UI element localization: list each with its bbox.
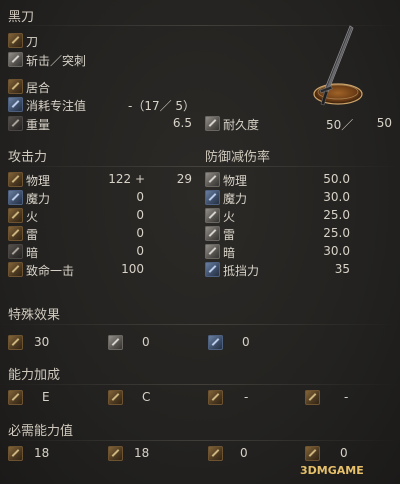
- scaling-value: -: [244, 390, 249, 404]
- attack-heading: 攻击力: [8, 150, 48, 165]
- attack-value: 0: [136, 190, 144, 204]
- scaling-heading: 能力加成: [8, 368, 61, 383]
- defense-label: 火: [223, 210, 236, 224]
- physical-attack-icon: [8, 172, 23, 187]
- weight-icon: [8, 116, 23, 131]
- magic-attack-icon: [8, 190, 23, 205]
- attack-label: 火: [26, 210, 39, 224]
- effect-value: 30: [34, 335, 50, 349]
- attack-type: 斩击／突刺: [26, 54, 87, 68]
- attack-type-icon: [8, 52, 23, 67]
- divider: [0, 166, 400, 167]
- katana-type-icon: [8, 33, 23, 48]
- defense-value: 50.0: [323, 172, 350, 186]
- weapon-skill-icon: [8, 79, 23, 94]
- durability-current: 50／: [326, 118, 354, 132]
- defense-value: 25.0: [323, 226, 350, 240]
- requirement-value: 0: [340, 446, 348, 460]
- faith-icon: [305, 390, 320, 405]
- scaling-value: -: [344, 390, 349, 404]
- requirement-value: 18: [34, 446, 50, 460]
- attack-value: 0: [136, 208, 144, 222]
- fp-cost-label: 消耗专注值: [26, 99, 87, 113]
- effects-heading: 特殊效果: [8, 308, 61, 323]
- divider: [0, 324, 400, 325]
- requirement-value: 18: [134, 446, 150, 460]
- strength-icon: [8, 390, 23, 405]
- lightning-attack-icon: [8, 226, 23, 241]
- watermark-logo: 3DMGAME: [300, 464, 364, 477]
- stability-icon: [205, 262, 220, 277]
- attack-value: 122 +: [108, 172, 145, 186]
- strength-req-icon: [8, 446, 23, 461]
- divider: [0, 25, 400, 26]
- defense-label: 暗: [223, 246, 236, 260]
- attack-label: 魔力: [26, 192, 51, 206]
- fire-defense-icon: [205, 208, 220, 223]
- lightning-defense-icon: [205, 226, 220, 241]
- effect-value: 0: [142, 335, 150, 349]
- attack-value: 0: [136, 244, 144, 258]
- durability-max: 50: [376, 116, 392, 130]
- physical-defense-icon: [205, 172, 220, 187]
- weapon-type: 刀: [26, 35, 39, 49]
- weapon-name: 黑刀: [8, 10, 35, 25]
- magic-defense-icon: [205, 190, 220, 205]
- attack-label: 雷: [26, 228, 39, 242]
- defense-label: 魔力: [223, 192, 248, 206]
- dexterity-req-icon: [108, 446, 123, 461]
- defense-value: 25.0: [323, 208, 350, 222]
- attack-label: 暗: [26, 246, 39, 260]
- dexterity-icon: [108, 390, 123, 405]
- dark-defense-icon: [205, 244, 220, 259]
- dark-attack-icon: [8, 244, 23, 259]
- durability-label: 耐久度: [223, 118, 260, 132]
- attack-bonus: 29: [176, 172, 192, 186]
- attack-label: 物理: [26, 174, 51, 188]
- fp-cost-icon: [8, 97, 23, 112]
- scaling-value: C: [142, 390, 151, 404]
- scaling-value: E: [42, 390, 50, 404]
- requirement-value: 0: [240, 446, 248, 460]
- defense-value: 35: [334, 262, 350, 276]
- weapon-skill-name: 居合: [26, 81, 51, 95]
- defense-heading: 防御减伤率: [205, 150, 271, 165]
- frost-icon: [208, 335, 223, 350]
- divider: [0, 384, 400, 385]
- fire-attack-icon: [8, 208, 23, 223]
- requirements-heading: 必需能力值: [8, 424, 74, 439]
- attack-value: 0: [136, 226, 144, 240]
- weight-label: 重量: [26, 118, 51, 132]
- intelligence-req-icon: [208, 446, 223, 461]
- divider: [0, 440, 400, 441]
- durability-icon: [205, 116, 220, 131]
- attack-label: 致命一击: [26, 264, 75, 278]
- poison-icon: [108, 335, 123, 350]
- intelligence-icon: [208, 390, 223, 405]
- effect-value: 0: [242, 335, 250, 349]
- faith-req-icon: [305, 446, 320, 461]
- black-blade-weapon-image: [313, 25, 363, 106]
- bleed-icon: [8, 335, 23, 350]
- defense-value: 30.0: [323, 190, 350, 204]
- fp-cost-value: -（17／ 5）: [128, 99, 196, 113]
- defense-label: 雷: [223, 228, 236, 242]
- defense-label: 物理: [223, 174, 248, 188]
- defense-value: 30.0: [323, 244, 350, 258]
- weight-value: 6.5: [172, 116, 192, 130]
- critical-icon: [8, 262, 23, 277]
- defense-label: 抵挡力: [223, 264, 260, 278]
- attack-value: 100: [121, 262, 144, 276]
